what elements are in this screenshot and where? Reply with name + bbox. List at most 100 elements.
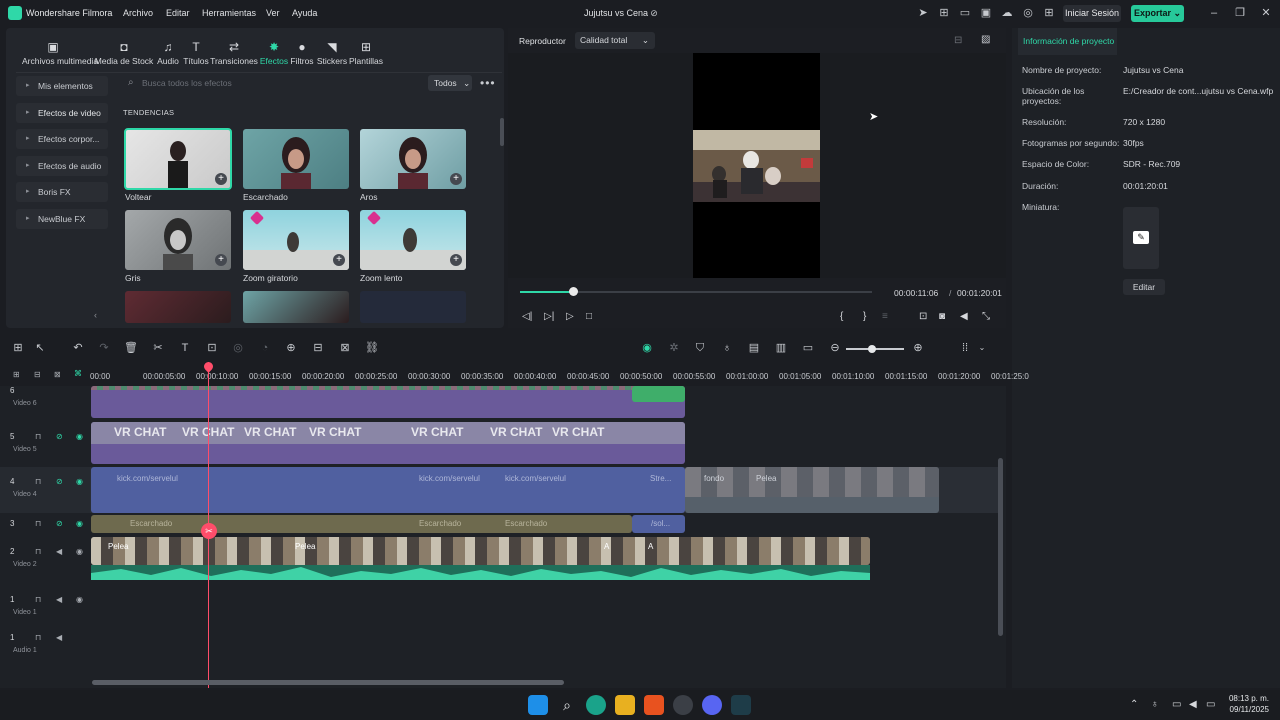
transform-icon[interactable]: ⊟ bbox=[311, 342, 325, 354]
add-icon[interactable]: + bbox=[333, 254, 345, 266]
add-icon[interactable]: + bbox=[450, 254, 462, 266]
lock-icon[interactable]: ⊓ bbox=[35, 432, 41, 441]
microphone-icon[interactable]: ♁ bbox=[1151, 699, 1159, 710]
clock-date[interactable]: 09/11/2025 bbox=[1221, 705, 1269, 714]
hide-icon[interactable]: ⊘ bbox=[56, 432, 63, 441]
lock-icon[interactable]: ⊓ bbox=[35, 547, 41, 556]
effect-thumb-aros[interactable]: + bbox=[360, 129, 466, 189]
snapshot-image-icon[interactable]: ▨ bbox=[981, 34, 990, 45]
scissors-icon[interactable]: ✂ bbox=[201, 523, 217, 539]
redo-icon[interactable]: ↷ bbox=[97, 342, 111, 354]
prev-frame-icon[interactable]: ◁| bbox=[522, 311, 532, 322]
login-button[interactable]: Iniciar Sesión bbox=[1063, 5, 1121, 22]
microphone-icon[interactable]: ♁ bbox=[720, 342, 734, 354]
zoom-in-icon[interactable]: ⊕ bbox=[911, 342, 925, 354]
effect-thumb-zoom-giratorio[interactable]: + bbox=[243, 210, 349, 270]
select-tool-icon[interactable]: ↖ bbox=[33, 342, 47, 354]
effects-scrollbar[interactable] bbox=[500, 118, 504, 146]
render-preview-icon[interactable]: ⊡ bbox=[919, 311, 927, 322]
minimize-icon[interactable]: – bbox=[1207, 6, 1221, 20]
sidebar-item-boris-fx[interactable]: ▸ Boris FX bbox=[16, 182, 108, 202]
crop-icon[interactable]: ⊡ bbox=[205, 342, 219, 354]
mark-in-icon[interactable]: { bbox=[840, 311, 843, 322]
color-icon[interactable]: ◎ bbox=[231, 342, 245, 354]
folder-icon[interactable] bbox=[615, 695, 635, 715]
lock-icon[interactable]: ⊓ bbox=[35, 633, 41, 642]
close-icon[interactable]: ✕ bbox=[1259, 6, 1273, 20]
hide-icon[interactable]: ⊘ bbox=[56, 519, 63, 528]
eye-icon[interactable]: ◉ bbox=[76, 595, 83, 604]
sidebar-item-mis-elementos[interactable]: ▸ Mis elementos bbox=[16, 76, 108, 96]
effect-thumb-escarchado[interactable] bbox=[243, 129, 349, 189]
delete-icon[interactable]: 🗑 bbox=[124, 342, 138, 354]
undo-icon[interactable]: ↶ bbox=[71, 342, 85, 354]
more-options-icon[interactable]: ••• bbox=[480, 76, 496, 90]
filmora-icon[interactable] bbox=[731, 695, 751, 715]
add-track-icon[interactable]: ⊞ bbox=[13, 370, 20, 379]
magnet-icon[interactable]: ⌘ bbox=[74, 369, 82, 378]
effect-thumb-gris[interactable]: + bbox=[125, 210, 231, 270]
clip-green[interactable] bbox=[632, 386, 685, 402]
edit-thumbnail-button[interactable]: Editar bbox=[1123, 279, 1165, 295]
network-icon[interactable]: ▭ bbox=[1172, 699, 1181, 710]
menu-ver[interactable]: Ver bbox=[266, 8, 280, 18]
link-track-icon[interactable]: ⊟ bbox=[34, 370, 41, 379]
timeline-hscrollbar[interactable] bbox=[92, 680, 564, 685]
windows-start-icon[interactable] bbox=[528, 695, 548, 715]
send-icon[interactable]: ➤ bbox=[917, 7, 929, 19]
timeline-ruler[interactable]: 00:00 00:00:05:00 00:00:10:00 00:00:15:00 00… bbox=[90, 362, 1029, 386]
audio-mix-icon[interactable]: ▤ bbox=[747, 342, 761, 354]
eye-icon[interactable]: ◉ bbox=[76, 477, 83, 486]
subtitle-icon[interactable]: ▭ bbox=[801, 342, 815, 354]
add-icon[interactable]: + bbox=[215, 173, 227, 185]
lock-icon[interactable]: ⊓ bbox=[35, 519, 41, 528]
timeline-vscrollbar[interactable] bbox=[998, 458, 1003, 636]
volume-icon[interactable]: ◀ bbox=[56, 547, 62, 556]
auto-highlight-icon[interactable]: ◉ bbox=[640, 342, 654, 354]
layout-icon[interactable]: ⊞ bbox=[11, 342, 25, 354]
effect-thumb[interactable] bbox=[360, 291, 466, 323]
sidebar-item-audio-effects[interactable]: ▸ Efectos de audio bbox=[16, 156, 108, 176]
snap-icon[interactable]: ⊠ bbox=[54, 370, 61, 379]
zoom-handle[interactable] bbox=[868, 345, 876, 353]
filter-dropdown[interactable]: Todos ⌄ bbox=[428, 75, 472, 91]
tab-project-info[interactable]: Información de proyecto bbox=[1018, 28, 1117, 55]
link-icon[interactable]: ⛓ bbox=[365, 342, 379, 354]
thumbnail-box[interactable]: ✎ bbox=[1123, 207, 1159, 269]
save-icon[interactable]: ▣ bbox=[980, 7, 992, 19]
export-button[interactable]: Exportar ⌄ bbox=[1131, 5, 1184, 22]
obs-icon[interactable] bbox=[673, 695, 693, 715]
menu-herramientas[interactable]: Herramientas bbox=[202, 8, 256, 18]
eye-icon[interactable]: ◉ bbox=[76, 547, 83, 556]
menu-archivo[interactable]: Archivo bbox=[123, 8, 153, 18]
tab-templates[interactable]: ⊞ Plantillas bbox=[335, 40, 397, 66]
scissors-icon[interactable]: ✂ bbox=[151, 342, 165, 354]
sidebar-item-video-effects[interactable]: ▸ Efectos de video bbox=[16, 103, 108, 123]
maximize-icon[interactable]: ❐ bbox=[1233, 6, 1247, 20]
eye-icon[interactable]: ◉ bbox=[76, 432, 83, 441]
cloud-icon[interactable]: ☁ bbox=[1001, 7, 1013, 19]
discord-icon[interactable] bbox=[702, 695, 722, 715]
add-icon[interactable]: + bbox=[215, 254, 227, 266]
layout-icon[interactable]: ⊟ bbox=[954, 35, 962, 46]
mark-out-icon[interactable]: } bbox=[863, 311, 866, 322]
chevron-up-icon[interactable]: ⌃ bbox=[1130, 699, 1138, 710]
effect-thumb[interactable] bbox=[243, 291, 349, 323]
effect-thumb-zoom-lento[interactable]: + bbox=[360, 210, 466, 270]
progress-handle[interactable] bbox=[569, 287, 578, 296]
speed-icon[interactable]: ◔ bbox=[258, 342, 272, 354]
stop-icon[interactable]: □ bbox=[586, 311, 592, 322]
lock-icon[interactable]: ⊓ bbox=[35, 595, 41, 604]
add-icon[interactable]: + bbox=[450, 173, 462, 185]
volume-icon[interactable]: ◀ bbox=[56, 595, 62, 604]
hide-icon[interactable]: ⊘ bbox=[56, 477, 63, 486]
app-icon[interactable] bbox=[586, 695, 606, 715]
clock-time[interactable]: 08:13 p. m. bbox=[1227, 694, 1269, 703]
headset-icon[interactable]: ◎ bbox=[1022, 7, 1034, 19]
brave-browser-icon[interactable] bbox=[644, 695, 664, 715]
battery-icon[interactable]: ▭ bbox=[1206, 699, 1215, 710]
menu-ayuda[interactable]: Ayuda bbox=[292, 8, 317, 18]
volume-icon[interactable]: ◀ bbox=[1189, 699, 1197, 710]
play-icon[interactable]: ▷ bbox=[566, 311, 574, 322]
voiceover-icon[interactable]: ▥ bbox=[774, 342, 788, 354]
